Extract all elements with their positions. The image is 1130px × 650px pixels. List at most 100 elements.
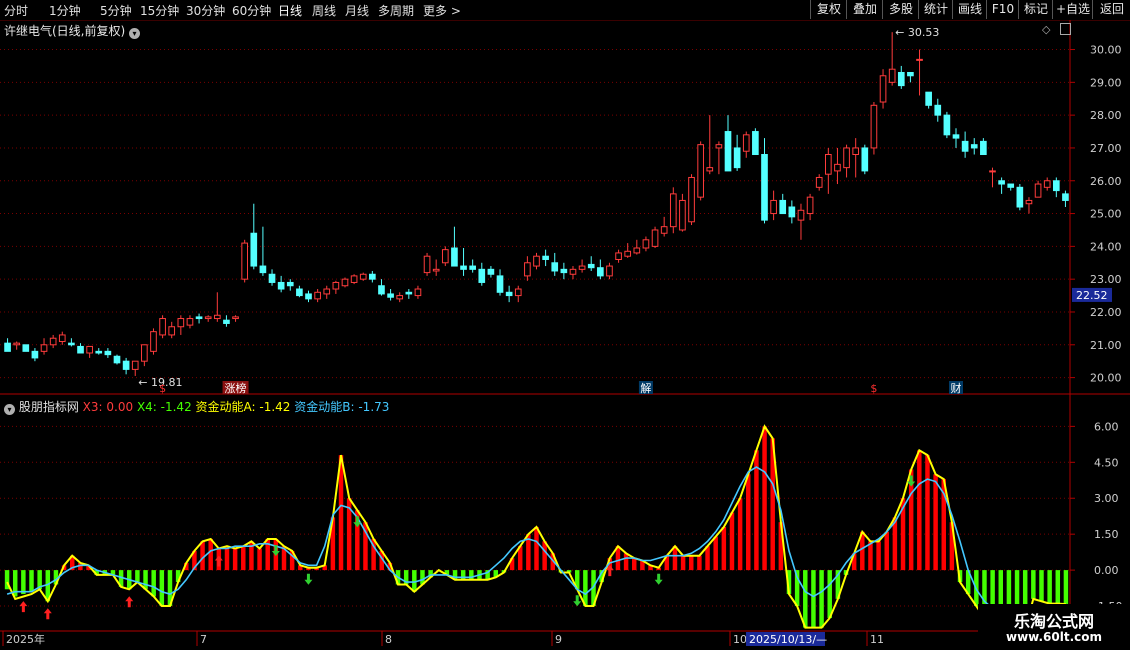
candle-body xyxy=(587,263,595,269)
event-marker: $ xyxy=(159,382,166,395)
indicator-title: ▾ 股朋指标网 X3: 0.00 X4: -1.42 资金动能A: -1.42 … xyxy=(4,398,389,415)
buy-arrow-icon xyxy=(19,601,28,613)
candle-body xyxy=(524,262,531,277)
stock-name-title: 许继电气(日线,前复权) xyxy=(4,24,126,38)
chevron-down-icon[interactable]: ▾ xyxy=(129,28,141,39)
candle-body xyxy=(1052,180,1060,192)
candle-body xyxy=(104,350,112,356)
indicator-bar xyxy=(632,558,637,571)
candle-body xyxy=(323,288,331,295)
candle-body xyxy=(250,232,258,267)
candle-body xyxy=(396,295,404,300)
price-tick-label: 29.00 xyxy=(1090,76,1122,89)
candle-body xyxy=(615,252,622,260)
indicator-bar xyxy=(917,450,922,571)
watermark-url: www.60lt.com xyxy=(1005,630,1103,644)
candle-body xyxy=(980,140,987,156)
indicator-bar xyxy=(697,555,702,571)
candle-body xyxy=(296,288,303,297)
price-tick-label: 27.00 xyxy=(1090,142,1122,155)
candle-body xyxy=(514,288,522,297)
panel-toggle-icon[interactable] xyxy=(1060,23,1071,35)
indicator-bar xyxy=(232,548,238,571)
candle-body xyxy=(195,316,203,320)
indicator-tick-label: 0.00 xyxy=(1094,564,1119,577)
candle-body xyxy=(861,147,869,172)
candle-body xyxy=(834,163,841,172)
candle-body xyxy=(970,144,978,149)
watermark: 乐淘公式网 www.60lt.com xyxy=(978,604,1130,650)
buy-arrow-icon xyxy=(214,555,223,567)
indicator-bar xyxy=(1055,570,1061,604)
indicator-bar xyxy=(729,512,735,571)
diamond-icon[interactable]: ◇ xyxy=(1042,23,1050,36)
candle-body xyxy=(597,267,604,277)
indicator-bar xyxy=(876,541,881,571)
candle-body xyxy=(204,316,212,320)
chevron-down-icon[interactable]: ▾ xyxy=(4,404,15,415)
candle-body xyxy=(1062,193,1069,201)
candle-body xyxy=(378,285,385,295)
candle-body xyxy=(58,334,66,343)
candle-body xyxy=(934,104,942,116)
candle-body xyxy=(451,247,458,267)
candle-body xyxy=(897,71,905,87)
candle-body xyxy=(259,265,267,274)
candle-body xyxy=(305,293,312,300)
candle-body xyxy=(469,265,476,270)
candle-body xyxy=(286,281,294,287)
candle-body xyxy=(496,275,504,293)
candle-body xyxy=(542,255,549,260)
current-price-label: 22.52 xyxy=(1076,289,1108,302)
indicator-bar xyxy=(721,526,727,571)
candle-body xyxy=(779,199,787,215)
candle-body xyxy=(806,196,814,215)
candle-body xyxy=(952,134,960,139)
candle-body xyxy=(533,255,540,267)
stock-chart[interactable]: 20.00 21.00 22.00 23.00 24.00 25.00 26.00 27.00… xyxy=(0,0,1130,650)
watermark-title: 乐淘公式网 xyxy=(1013,612,1094,631)
indicator-bar xyxy=(705,546,710,571)
indicator-bar xyxy=(933,474,938,571)
indicator-bar xyxy=(29,570,34,592)
candle-body xyxy=(13,342,21,346)
candle-body xyxy=(715,144,723,149)
candle-body xyxy=(825,154,832,175)
candle-body xyxy=(186,318,194,326)
candle-body xyxy=(624,250,632,257)
indicator-bar xyxy=(884,531,889,571)
main-chart-title: 许继电气(日线,前复权) ▾ xyxy=(4,22,141,39)
candle-body xyxy=(761,154,768,221)
candle-body xyxy=(943,114,951,136)
candle-body xyxy=(423,255,431,274)
candle-body xyxy=(141,344,148,362)
indicator-bar xyxy=(892,517,898,571)
x-axis-label: 9 xyxy=(555,633,562,646)
indicator-tick-label: 1.50 xyxy=(1094,528,1119,541)
indicator-bar xyxy=(151,570,156,597)
candle-body xyxy=(560,268,568,274)
indicator-line-a xyxy=(6,424,1066,631)
indicator-bar xyxy=(925,455,930,571)
candle-body xyxy=(569,268,577,275)
candle-body xyxy=(688,176,695,223)
candle-body xyxy=(1007,183,1015,188)
indicator-x3: X3: 0.00 xyxy=(82,400,134,414)
candle-body xyxy=(706,167,714,172)
price-tick-label: 21.00 xyxy=(1090,339,1122,352)
indicator-bar xyxy=(159,570,165,607)
candle-body xyxy=(669,193,677,228)
candle-body xyxy=(724,131,732,172)
x-axis-label: 10 xyxy=(733,633,747,646)
price-tick-label: 20.00 xyxy=(1090,372,1122,385)
candle-body xyxy=(441,249,449,264)
candle-body xyxy=(341,278,349,287)
candle-body xyxy=(40,344,48,352)
candle-body xyxy=(177,318,185,328)
candle-body xyxy=(660,226,668,234)
indicator-bar xyxy=(689,555,694,571)
candle-body xyxy=(232,316,239,320)
candle-body xyxy=(113,355,121,364)
candle-body xyxy=(487,268,495,275)
candle-body xyxy=(414,288,422,297)
